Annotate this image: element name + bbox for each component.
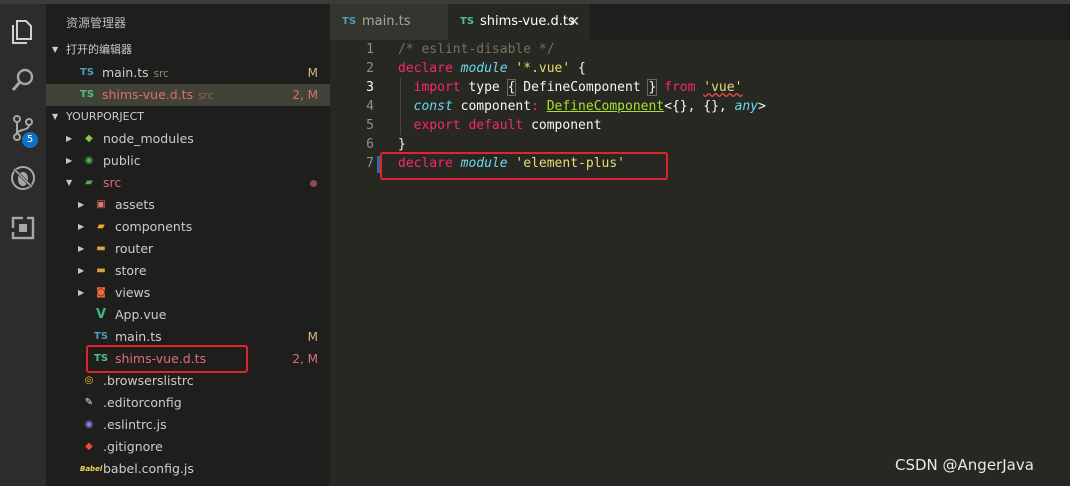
debug-icon[interactable] bbox=[7, 162, 39, 194]
eslint-file-icon: ◉ bbox=[84, 419, 94, 430]
tree-file-babel-config[interactable]: Babel babel.config.js bbox=[46, 458, 330, 480]
src-folder-icon: ▰ bbox=[85, 177, 93, 188]
typescript-file-icon: TS bbox=[94, 331, 109, 342]
annotation-highlight-box bbox=[86, 345, 248, 373]
extensions-icon[interactable] bbox=[7, 212, 39, 244]
chevron-down-icon: ▼ bbox=[52, 112, 59, 121]
tree-file-browserslistrc[interactable]: ◎ .browserslistrc bbox=[46, 370, 330, 392]
vue-file-icon: V bbox=[95, 307, 107, 322]
git-status: 2, M bbox=[292, 88, 318, 102]
editor-tab-bar: TS main.ts TS shims-vue.d.ts ✕ bbox=[330, 4, 1070, 40]
open-editor-item[interactable]: TS main.ts src M bbox=[46, 62, 330, 84]
annotation-highlight-box bbox=[380, 152, 668, 180]
git-status: 2, M bbox=[292, 352, 318, 366]
code-line-1: /* eslint-disable */ bbox=[398, 42, 555, 57]
scm-badge: 5 bbox=[22, 132, 38, 148]
chevron-down-icon: ▼ bbox=[66, 178, 73, 187]
babel-file-icon: Babel bbox=[80, 465, 103, 473]
open-editor-name: shims-vue.d.ts src bbox=[102, 87, 214, 102]
chevron-down-icon: ▼ bbox=[52, 45, 59, 54]
git-file-icon: ◆ bbox=[85, 441, 93, 452]
tree-folder-store[interactable]: ▶ ▬ store bbox=[46, 260, 330, 282]
chevron-right-icon: ▶ bbox=[78, 288, 85, 297]
chevron-right-icon: ▶ bbox=[66, 156, 73, 165]
components-folder-icon: ▰ bbox=[97, 221, 105, 232]
code-line-5: export default component bbox=[413, 118, 602, 133]
tree-folder-router[interactable]: ▶ ▬ router bbox=[46, 238, 330, 260]
tree-folder-components[interactable]: ▶ ▰ components bbox=[46, 216, 330, 238]
tree-folder-views[interactable]: ▶ ◙ views bbox=[46, 282, 330, 304]
tree-folder-public[interactable]: ▶ ◉ public bbox=[46, 150, 330, 172]
explorer-icon[interactable] bbox=[7, 16, 39, 48]
open-editors-header[interactable]: ▼ 打开的编辑器 bbox=[46, 40, 330, 60]
tree-file-gitignore[interactable]: ◆ .gitignore bbox=[46, 436, 330, 458]
modified-dot bbox=[310, 180, 317, 187]
tree-file-eslintrc[interactable]: ◉ .eslintrc.js bbox=[46, 414, 330, 436]
views-folder-icon: ◙ bbox=[96, 287, 106, 298]
typescript-file-icon: TS bbox=[80, 67, 95, 78]
assets-folder-icon: ▣ bbox=[96, 199, 106, 210]
git-status: M bbox=[307, 66, 318, 80]
typescript-file-icon: TS bbox=[342, 16, 357, 27]
line-number: 2 bbox=[366, 61, 374, 76]
project-header[interactable]: ▼ YOURPORJECT bbox=[46, 107, 330, 127]
code-editor[interactable]: 1 2 3 4 5 6 7 /* eslint-disable */ decla… bbox=[330, 40, 1070, 486]
chevron-right-icon: ▶ bbox=[78, 244, 85, 253]
tree-folder-src[interactable]: ▼ ▰ src bbox=[46, 172, 330, 194]
typescript-def-file-icon: TS bbox=[460, 16, 475, 27]
public-folder-icon: ◉ bbox=[84, 155, 94, 166]
node-folder-icon: ◆ bbox=[85, 133, 93, 144]
chevron-right-icon: ▶ bbox=[66, 134, 73, 143]
line-number: 5 bbox=[366, 118, 374, 133]
line-number: 4 bbox=[366, 99, 374, 114]
close-icon[interactable]: ✕ bbox=[568, 4, 580, 40]
code-line-3: import type { DefineComponent } from 'vu… bbox=[413, 79, 743, 96]
open-editor-item-active[interactable]: TS shims-vue.d.ts src 2, M bbox=[46, 84, 330, 106]
typescript-def-file-icon: TS bbox=[80, 89, 95, 100]
chevron-right-icon: ▶ bbox=[78, 200, 85, 209]
tab-shims-vue-d-ts[interactable]: TS shims-vue.d.ts ✕ bbox=[448, 4, 590, 40]
tree-folder-assets[interactable]: ▶ ▣ assets bbox=[46, 194, 330, 216]
explorer-sidebar: 资源管理器 ▼ 打开的编辑器 TS main.ts src M TS shims-… bbox=[46, 4, 330, 486]
line-number: 7 bbox=[366, 156, 374, 171]
tab-main-ts[interactable]: TS main.ts bbox=[330, 4, 448, 40]
git-status: M bbox=[307, 330, 318, 344]
activity-bar: 5 bbox=[0, 4, 46, 486]
line-number: 1 bbox=[366, 42, 374, 57]
explorer-title: 资源管理器 bbox=[66, 16, 127, 30]
search-icon[interactable] bbox=[7, 64, 39, 96]
watermark: CSDN @AngerJava bbox=[895, 456, 1034, 474]
chevron-right-icon: ▶ bbox=[78, 266, 85, 275]
browserslist-file-icon: ◎ bbox=[84, 375, 94, 386]
open-editor-name: main.ts src bbox=[102, 65, 169, 80]
chevron-right-icon: ▶ bbox=[78, 222, 85, 231]
editorconfig-file-icon: ✎ bbox=[84, 397, 94, 408]
folder-icon: ▬ bbox=[96, 265, 106, 276]
tree-file-editorconfig[interactable]: ✎ .editorconfig bbox=[46, 392, 330, 414]
code-line-4: const component: DefineComponent<{}, {},… bbox=[413, 99, 766, 114]
line-number: 6 bbox=[366, 137, 374, 152]
tree-file-app-vue[interactable]: V App.vue bbox=[46, 304, 330, 326]
tree-folder-node-modules[interactable]: ▶ ◆ node_modules bbox=[46, 128, 330, 150]
folder-icon: ▬ bbox=[96, 243, 106, 254]
code-line-2: declare module '*.vue' { bbox=[398, 61, 586, 76]
line-number: 3 bbox=[366, 80, 374, 95]
